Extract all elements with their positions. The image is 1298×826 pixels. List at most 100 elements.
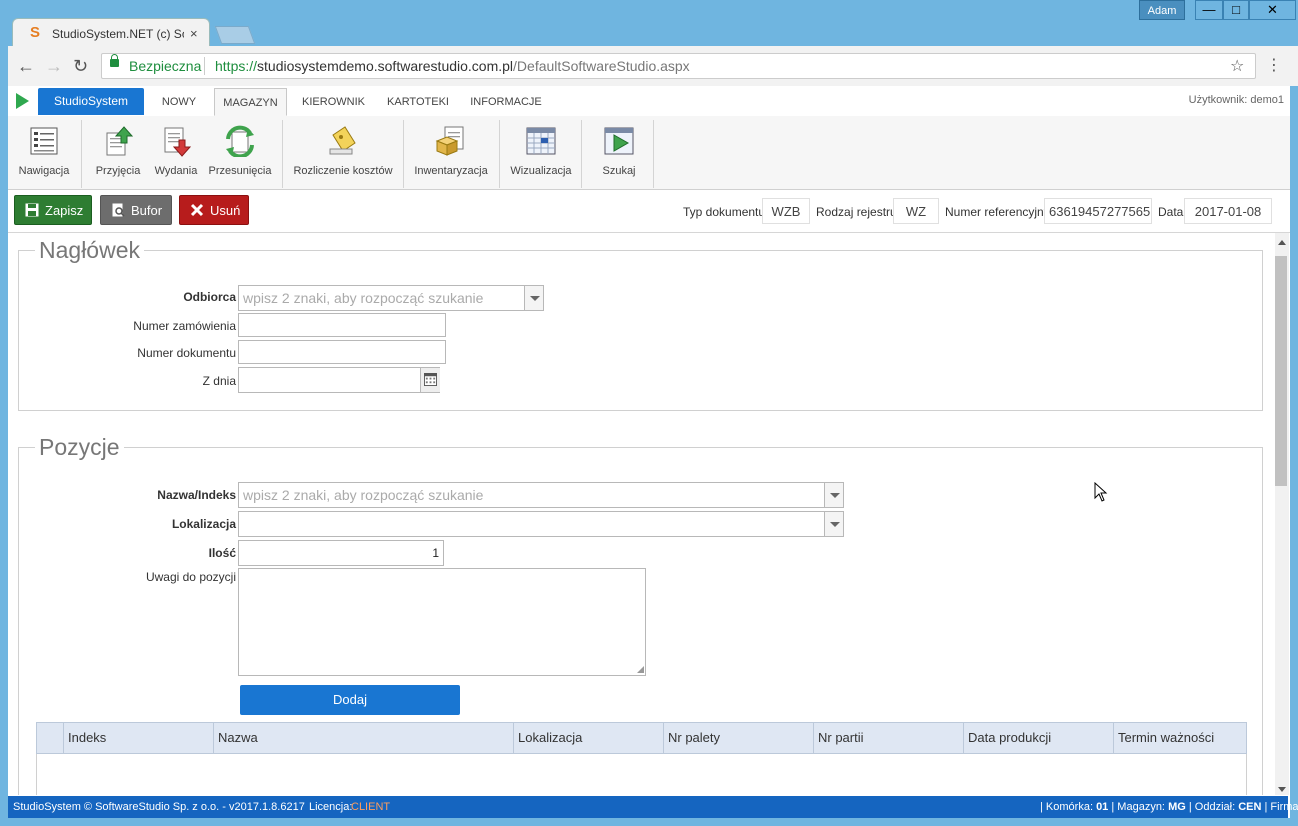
calendar-icon[interactable] <box>420 368 440 392</box>
bookmark-star-icon[interactable]: ☆ <box>1230 56 1244 76</box>
browser-menu-icon[interactable]: ⋮ <box>1266 55 1282 75</box>
quantity-label: Ilość <box>208 546 236 560</box>
tab-kartoteki[interactable]: KARTOTEKI <box>383 88 453 116</box>
scrollbar-thumb[interactable] <box>1275 256 1287 486</box>
add-position-button[interactable]: Dodaj <box>240 685 460 715</box>
cell-label: Komórka: <box>1045 801 1093 813</box>
navigation-icon <box>30 127 58 155</box>
tab-informacje[interactable]: INFORMACJE <box>465 88 547 116</box>
user-label: Użytkownik: demo1 <box>1188 94 1284 106</box>
close-window-button[interactable]: ✕ <box>1249 0 1296 20</box>
ribbon-group-separator <box>499 120 500 188</box>
ribbon-wydania-button[interactable]: Wydania <box>148 120 204 188</box>
reference-number-value: 63619457277565 <box>1044 198 1152 224</box>
search-icon <box>604 127 634 155</box>
grid-col-expiry-date[interactable]: Termin ważności <box>1113 723 1246 753</box>
location-combobox[interactable] <box>238 511 844 537</box>
brand-tab[interactable]: StudioSystem <box>38 88 144 115</box>
url-host: studiosystemdemo.softwarestudio.com.pl <box>257 58 514 74</box>
warehouse-value: MG <box>1168 801 1186 813</box>
inventory-icon <box>435 126 464 156</box>
order-number-input[interactable] <box>238 313 446 337</box>
company-label: Firma: <box>1270 801 1298 813</box>
buffer-button-label: Bufor <box>131 203 163 218</box>
quantity-input[interactable]: 1 <box>238 540 444 566</box>
url-path: /DefaultSoftwareStudio.aspx <box>513 58 690 74</box>
date-from-label: Z dnia <box>202 374 236 388</box>
window-frame-right <box>1290 86 1298 826</box>
recipient-label: Odbiorca <box>183 290 236 304</box>
scroll-down-arrow-icon[interactable] <box>1278 787 1286 792</box>
floppy-disk-icon <box>25 203 39 217</box>
grid-col-pallet-no[interactable]: Nr palety <box>663 723 813 753</box>
ribbon-button-label: Wizualizacja <box>510 165 572 177</box>
ribbon-group-separator <box>282 120 283 188</box>
grid-col-index[interactable]: Indeks <box>63 723 213 753</box>
tab-nowy[interactable]: NOWY <box>150 88 208 116</box>
item-name-label: Nazwa/Indeks <box>157 488 236 502</box>
new-tab-button[interactable] <box>214 26 256 44</box>
recipient-combobox[interactable]: wpisz 2 znaki, aby rozpocząć szukanie <box>238 285 544 311</box>
date-value: 2017-01-08 <box>1184 198 1272 224</box>
date-from-input[interactable] <box>238 367 440 393</box>
item-name-placeholder: wpisz 2 znaki, aby rozpocząć szukanie <box>243 487 484 503</box>
save-button-label: Zapisz <box>45 203 84 218</box>
back-arrow-icon[interactable]: ← <box>17 56 35 77</box>
item-name-combobox[interactable]: wpisz 2 znaki, aby rozpocząć szukanie <box>238 482 844 508</box>
window-frame-left <box>0 46 8 826</box>
calendar-grid-icon <box>424 373 437 386</box>
ribbon-przesuniecia-button[interactable]: Przesunięcia <box>206 120 274 188</box>
reload-icon[interactable]: ↻ <box>73 56 88 77</box>
ribbon-group-separator <box>81 120 82 188</box>
tab-kierownik[interactable]: KIEROWNIK <box>297 88 370 116</box>
scroll-up-arrow-icon[interactable] <box>1278 240 1286 245</box>
document-number-input[interactable] <box>238 340 446 364</box>
url-scheme: https:// <box>215 58 258 74</box>
ribbon-inwentaryzacja-button[interactable]: Inwentaryzacja <box>410 120 492 188</box>
chevron-down-icon[interactable] <box>824 512 843 536</box>
date-label: Data <box>1158 205 1184 219</box>
item-notes-textarea[interactable] <box>238 568 646 676</box>
grid-col-select[interactable] <box>37 723 63 753</box>
reference-number-label: Numer referencyjny <box>945 205 1050 219</box>
ribbon-przyjecia-button[interactable]: Przyjęcia <box>88 120 148 188</box>
ribbon-rozliczenie-kosztow-button[interactable]: Rozliczenie kosztów <box>290 120 396 188</box>
doc-type-label: Typ dokumentu <box>683 205 766 219</box>
ribbon-wizualizacja-button[interactable]: Wizualizacja <box>506 120 576 188</box>
minimize-button[interactable]: — <box>1195 0 1223 20</box>
status-context: | Komórka: 01 | Magazyn: MG | Oddział: C… <box>1040 796 1298 818</box>
url-text[interactable]: https://studiosystemdemo.softwarestudio.… <box>215 58 690 74</box>
studiosystem-favicon-icon: S <box>30 24 41 41</box>
order-number-label: Numer zamówienia <box>133 319 236 333</box>
warehouse-label: Magazyn: <box>1117 801 1165 813</box>
ribbon-button-label: Inwentaryzacja <box>414 165 488 177</box>
grid-col-batch-no[interactable]: Nr partii <box>813 723 963 753</box>
tab-magazyn[interactable]: MAGAZYN <box>214 88 287 116</box>
save-button[interactable]: Zapisz <box>14 195 92 225</box>
grid-col-name[interactable]: Nazwa <box>213 723 513 753</box>
maximize-button[interactable]: □ <box>1223 0 1249 20</box>
ribbon-group-separator <box>403 120 404 188</box>
ribbon-szukaj-button[interactable]: Szukaj <box>590 120 648 188</box>
mouse-cursor-icon <box>1094 482 1108 502</box>
ribbon-button-label: Przesunięcia <box>208 165 272 177</box>
recipient-placeholder: wpisz 2 znaki, aby rozpocząć szukanie <box>243 290 484 306</box>
license-value: CLIENT <box>351 801 391 813</box>
play-icon[interactable] <box>16 93 29 109</box>
branch-value: CEN <box>1238 801 1262 813</box>
item-notes-label: Uwagi do pozycji <box>145 570 236 584</box>
forward-arrow-icon[interactable]: → <box>45 56 63 77</box>
doc-type-value: WZB <box>762 198 810 224</box>
delete-button[interactable]: Usuń <box>179 195 249 225</box>
transfer-icon <box>226 125 254 157</box>
ribbon-nawigacja-button[interactable]: Nawigacja <box>10 120 78 188</box>
buffer-button[interactable]: Bufor <box>100 195 172 225</box>
grid-col-production-date[interactable]: Data produkcji <box>963 723 1113 753</box>
resize-grip-icon[interactable] <box>637 666 644 673</box>
ribbon-group-separator <box>653 120 654 188</box>
grid-col-location[interactable]: Lokalizacja <box>513 723 663 753</box>
chevron-down-icon[interactable] <box>824 483 843 507</box>
delete-button-label: Usuń <box>210 203 241 218</box>
tab-close-icon[interactable]: × <box>190 26 198 41</box>
chevron-down-icon[interactable] <box>524 286 543 310</box>
